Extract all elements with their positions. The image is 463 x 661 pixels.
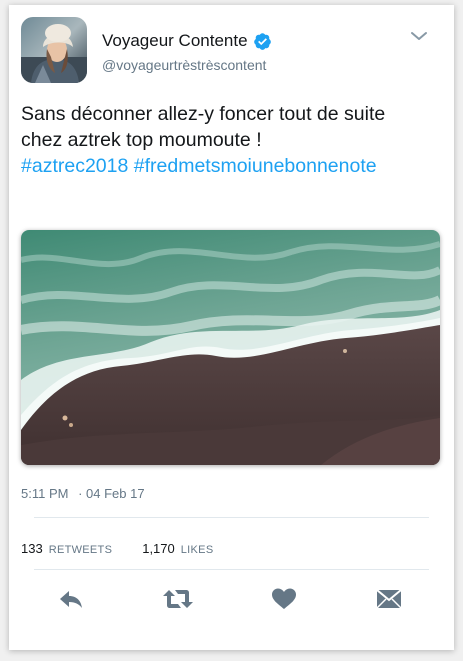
retweet-button[interactable]	[162, 583, 194, 615]
hashtag-link[interactable]: #aztrec2018	[21, 155, 128, 177]
display-name[interactable]: Voyageur Contente	[102, 31, 272, 51]
avatar-photo	[21, 17, 87, 83]
reply-icon	[60, 591, 82, 608]
tweet-actions	[9, 583, 454, 615]
heart-icon	[272, 588, 296, 609]
divider	[34, 569, 429, 570]
reply-button[interactable]	[55, 583, 87, 615]
retweets-count: 133	[21, 541, 43, 556]
likes-count: 1,170	[142, 541, 175, 556]
tweet-time[interactable]: 5:11 PM	[21, 486, 68, 501]
divider	[34, 517, 429, 518]
user-handle[interactable]: @voyageurtrèstrèscontent	[102, 57, 266, 73]
direct-message-button[interactable]	[373, 583, 405, 615]
retweet-icon	[163, 590, 193, 608]
tweet-text: Sans déconner allez-y foncer tout de sui…	[21, 101, 441, 179]
tweet-text-line-1: Sans déconner allez-y foncer tout de sui…	[21, 103, 386, 125]
avatar[interactable]	[21, 17, 87, 83]
tweet-stats: 133 RETWEETS 1,170 LIKES	[21, 541, 213, 556]
retweets-stat[interactable]: 133 RETWEETS	[21, 541, 112, 556]
tweet-photo[interactable]	[21, 230, 440, 465]
beach-aerial-image	[21, 230, 440, 465]
display-name-text[interactable]: Voyageur Contente	[102, 31, 248, 51]
tweet-hashtags: #aztrec2018 #fredmetsmoiunebonnenote	[21, 153, 441, 179]
envelope-icon	[376, 589, 402, 609]
retweets-label: RETWEETS	[48, 544, 113, 556]
likes-stat[interactable]: 1,170 LIKES	[142, 541, 213, 556]
verified-badge-icon	[253, 32, 271, 50]
likes-label: LIKES	[180, 544, 214, 556]
chevron-down-icon[interactable]	[410, 29, 428, 43]
like-button[interactable]	[268, 583, 300, 615]
tweet-timestamp[interactable]: 5:11 PM · 04 Feb 17	[21, 486, 145, 501]
hashtag-link[interactable]: #fredmetsmoiunebonnenote	[134, 155, 377, 177]
tweet-text-line-2: chez aztrek top moumoute !	[21, 129, 262, 151]
tweet-date[interactable]: · 04 Feb 17	[78, 486, 145, 501]
tweet-card: Voyageur Contente @voyageurtrèstrèsconte…	[9, 5, 454, 650]
